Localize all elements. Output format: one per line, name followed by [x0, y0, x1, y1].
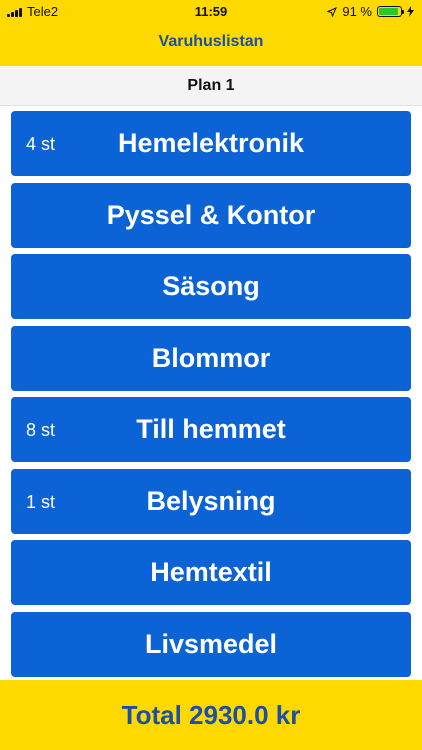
total-footer: Total 2930.0 kr	[0, 680, 422, 750]
category-name: Hemtextil	[150, 557, 272, 587]
category-button-belysning[interactable]: 1 st Belysning	[11, 468, 411, 534]
top-bar: Tele2 11:59 91 % Varuhuslistan	[0, 0, 422, 66]
category-button-hemelektronik[interactable]: 4 st Hemelektronik	[11, 111, 411, 176]
category-button-livsmedel[interactable]: Livsmedel	[11, 611, 411, 677]
battery-percent: 91 %	[342, 4, 372, 19]
category-button-till-hemmet[interactable]: 8 st Till hemmet	[11, 397, 411, 462]
category-name: Livsmedel	[144, 628, 278, 659]
category-button-blommor[interactable]: Blommor	[11, 325, 411, 391]
charging-bolt-icon	[407, 6, 414, 17]
battery-icon	[377, 6, 404, 17]
category-list: 4 st Hemelektronik Pyssel & Kontor Säson…	[11, 111, 411, 683]
battery-fill	[379, 8, 399, 15]
status-right: 91 %	[327, 4, 414, 19]
status-bar: Tele2 11:59 91 %	[0, 0, 422, 24]
category-button-pyssel-kontor[interactable]: Pyssel & Kontor	[11, 182, 411, 248]
category-name: Säsong	[162, 271, 260, 301]
category-button-hemtextil[interactable]: Hemtextil	[11, 540, 411, 605]
location-arrow-icon	[327, 6, 338, 17]
category-button-sasong[interactable]: Säsong	[11, 254, 411, 319]
category-name: Belysning	[146, 485, 276, 516]
nav-title: Varuhuslistan	[158, 33, 264, 50]
category-name: Till hemmet	[136, 414, 286, 444]
category-name: Hemelektronik	[117, 128, 305, 158]
category-name: Pyssel & Kontor	[106, 199, 316, 230]
section-header: Plan 1	[0, 66, 422, 106]
category-name: Blommor	[151, 342, 271, 373]
section-title: Plan 1	[187, 77, 235, 94]
total-label: Total 2930.0 kr	[121, 700, 301, 730]
